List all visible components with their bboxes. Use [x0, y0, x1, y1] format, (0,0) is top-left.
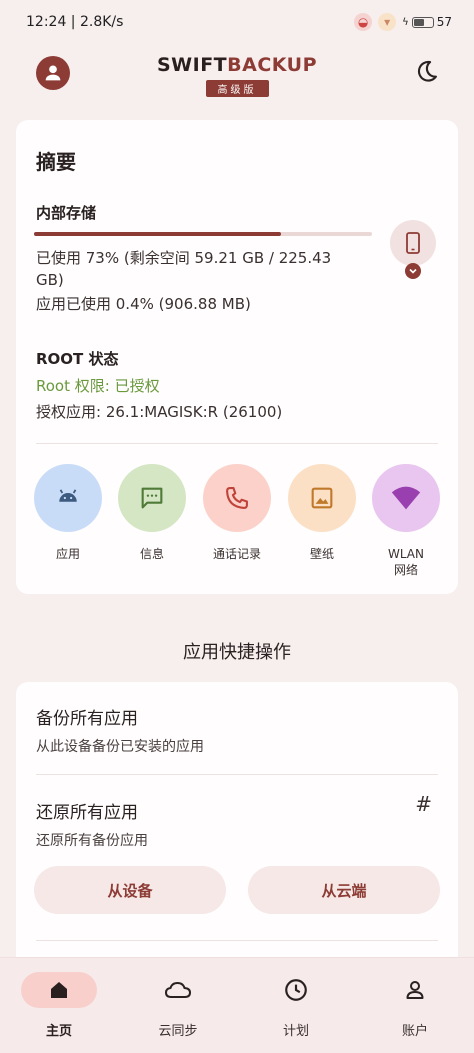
hash-icon[interactable]: #	[415, 792, 432, 816]
battery-indicator: ϟ 57	[402, 15, 452, 29]
divider	[36, 940, 438, 941]
nav-item-schedule[interactable]: 计划	[246, 972, 346, 1039]
cloud-icon	[164, 981, 192, 998]
phone-call-icon	[226, 487, 248, 509]
wifi-icon	[391, 486, 421, 510]
quick-item-label: 信息	[139, 547, 164, 561]
wlan-sublabel: 网络	[393, 563, 418, 577]
nav-item-cloud-sync[interactable]: 云同步	[128, 972, 228, 1039]
nav-icon-wrap	[258, 972, 334, 1008]
storage-used-line2: GB)	[36, 271, 64, 289]
status-time-speed: 12:24 | 2.8K/s	[26, 14, 124, 30]
messages-circle	[118, 464, 186, 532]
restore-all-subtitle: 还原所有备份应用	[36, 833, 148, 849]
wallpaper-circle	[288, 464, 356, 532]
nav-item-account[interactable]: 账户	[365, 972, 465, 1039]
nav-label: 账户	[401, 1024, 428, 1039]
status-icons: ◒ ▾ ϟ 57	[354, 13, 452, 31]
nav-item-home[interactable]: 主页	[9, 972, 109, 1039]
quick-actions-heading: 应用快捷操作	[183, 642, 291, 663]
wlan-label: WLAN	[387, 547, 424, 561]
storage-label: 内部存储	[36, 204, 97, 222]
nav-label: 主页	[45, 1024, 72, 1039]
android-icon	[59, 489, 77, 502]
theme-toggle-button[interactable]	[412, 58, 440, 86]
restore-from-device-button[interactable]: 从设备	[34, 866, 226, 914]
app-title-part1: SWIFT	[156, 54, 228, 76]
watermelon-icon: ◒	[354, 13, 373, 31]
apps-circle	[34, 464, 102, 532]
smartphone-icon	[406, 232, 420, 254]
app-header: SWIFTBACKUP 高级版	[0, 44, 474, 108]
divider	[36, 443, 438, 444]
status-bar: 12:24 | 2.8K/s ◒ ▾ ϟ 57	[0, 0, 474, 44]
nav-active-indicator	[21, 972, 97, 1008]
clock-icon	[285, 979, 307, 1001]
app-title: SWIFTBACKUP	[0, 54, 474, 76]
bottom-navigation: 主页 云同步 计划 账户	[0, 957, 474, 1053]
account-icon	[406, 981, 424, 999]
premium-badge: 高级版	[205, 80, 269, 97]
nav-icon-wrap	[140, 972, 216, 1008]
summary-title: 摘要	[36, 150, 76, 174]
quick-item-label: 通话记录	[212, 547, 261, 561]
message-icon	[141, 487, 163, 509]
backup-all-subtitle: 从此设备备份已安装的应用	[36, 739, 204, 755]
battery-percent: 57	[436, 15, 452, 29]
home-icon	[51, 982, 67, 998]
quick-item-label: 应用	[55, 547, 80, 561]
apps-storage-line: 应用已使用 0.4% (906.88 MB)	[36, 295, 251, 313]
quick-item-label: WLAN 网络	[372, 546, 440, 578]
nav-icon-wrap	[377, 972, 453, 1008]
charging-icon: ϟ	[402, 16, 409, 28]
moon-icon	[417, 60, 437, 82]
quick-item-messages[interactable]: 信息	[118, 464, 186, 562]
device-button[interactable]	[390, 220, 436, 266]
storage-used-line1: 已使用 73% (剩余空间 59.21 GB / 225.43	[36, 249, 332, 267]
expand-device-button[interactable]	[405, 263, 421, 279]
battery-icon	[411, 16, 434, 28]
wallpaper-icon	[311, 487, 333, 509]
ice-cream-icon: ▾	[378, 13, 397, 31]
wlan-circle	[372, 464, 440, 532]
quick-item-call-log[interactable]: 通话记录	[203, 464, 271, 562]
quick-item-wallpaper[interactable]: 壁纸	[288, 464, 356, 562]
backup-all-title: 备份所有应用	[36, 709, 138, 729]
backup-all-apps-item[interactable]: 备份所有应用 从此设备备份已安装的应用	[16, 682, 458, 774]
summary-card: 摘要 内部存储 已使用 73% (剩余空间 59.21 GB / 225.43 …	[16, 120, 458, 594]
restore-from-cloud-button[interactable]: 从云端	[248, 866, 440, 914]
quick-item-apps[interactable]: 应用	[34, 464, 102, 562]
divider	[36, 774, 438, 775]
root-auth-app: 授权应用: 26.1:MAGISK:R (26100)	[36, 403, 283, 421]
quick-actions-card: 备份所有应用 从此设备备份已安装的应用 还原所有应用 # 还原所有备份应用 从设…	[16, 682, 458, 972]
quick-item-wlan[interactable]: WLAN 网络	[372, 464, 440, 578]
call-log-circle	[203, 464, 271, 532]
app-title-part2: BACKUP	[227, 54, 318, 76]
quick-item-label: 壁纸	[309, 547, 334, 561]
chevron-down-icon	[409, 268, 417, 274]
storage-progress-bar	[34, 232, 372, 236]
storage-progress-fill	[34, 232, 281, 236]
nav-label: 计划	[282, 1024, 309, 1039]
nav-label: 云同步	[158, 1024, 198, 1039]
root-permission-status: Root 权限: 已授权	[36, 377, 160, 395]
restore-all-title: 还原所有应用	[36, 803, 138, 823]
app-brand: SWIFTBACKUP 高级版	[0, 54, 474, 97]
root-label: ROOT 状态	[36, 350, 119, 368]
